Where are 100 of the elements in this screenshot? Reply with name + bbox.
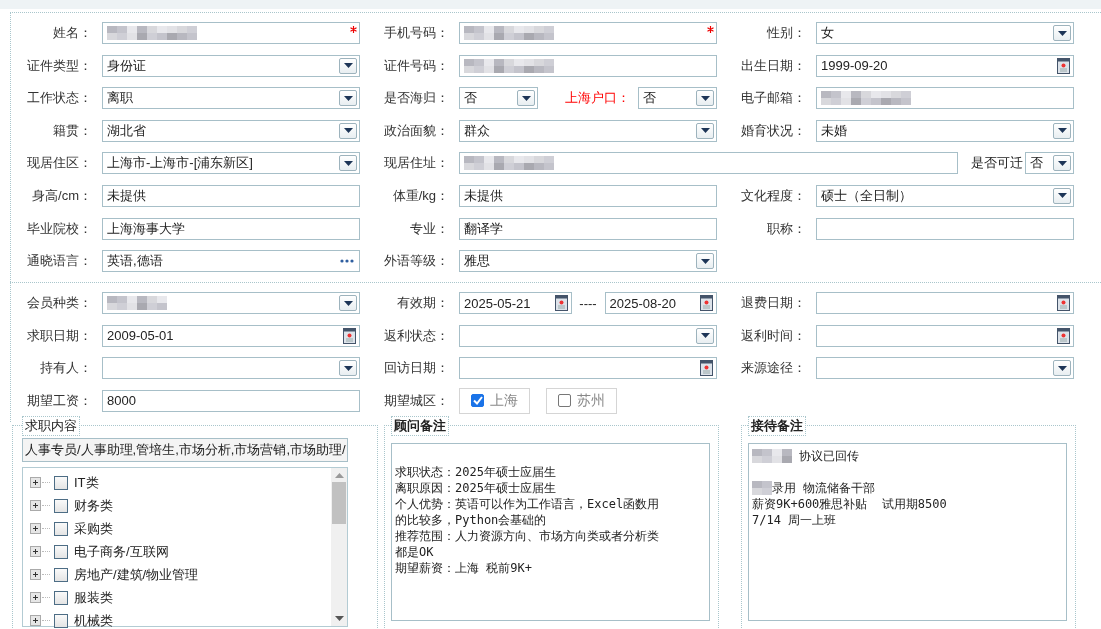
text-line: 期望薪资：上海 税前9K+ [395,559,532,576]
tree-item-label[interactable]: 机械类 [74,611,113,629]
caret-icon [700,128,710,134]
dropdown-button[interactable] [696,122,714,139]
date-field[interactable] [816,292,1074,315]
input-field[interactable] [459,152,958,175]
dropdown-button[interactable] [339,90,357,107]
dropdown-button[interactable] [339,57,357,74]
more-icon[interactable] [340,259,354,264]
notes-textarea[interactable]: 求职状态：2025年硕士应届生 离职原因：2025年硕士应届生 个人优势：英语可以作为工作语言，Excel函数用 的比较多，Python会基础的 推荐范围：人力资源方向、市场方向类或者分析类 都是OK 期望薪资：上海 税前9K+ [391,442,710,621]
dropdown-button[interactable] [339,122,357,139]
dropdown-button[interactable] [1053,360,1071,377]
dropdown-field[interactable] [816,357,1074,380]
dropdown-button[interactable] [517,90,535,107]
calendar-icon[interactable] [343,327,356,344]
field-label: 外语等级： [383,252,449,271]
input-field[interactable]: 8000 [102,389,360,412]
checkbox[interactable] [471,394,484,408]
dropdown-field[interactable]: 湖北省 [102,119,360,142]
scroll-down-icon[interactable] [334,615,344,621]
input-field[interactable] [459,22,717,44]
dropdown-button[interactable] [696,327,714,344]
calendar-icon[interactable] [1057,57,1070,74]
dropdown-button[interactable] [339,360,357,377]
tree-item-label[interactable]: 采购类 [74,519,113,538]
checkbox-button[interactable]: 上海 [459,387,530,414]
input-field[interactable]: 翻译学 [459,217,717,240]
date-field[interactable]: 1999-09-20 [816,54,1074,77]
dropdown-button[interactable] [1053,155,1071,172]
calendar-icon[interactable] [1057,327,1070,344]
field-label: 出生日期： [740,56,806,75]
checkbox[interactable] [54,613,68,628]
dropdown-field[interactable]: 否 [638,87,717,110]
dropdown-button[interactable] [696,253,714,270]
dropdown-button[interactable] [1053,187,1071,204]
dropdown-button[interactable] [339,295,357,312]
checkbox[interactable] [558,394,571,408]
scrollbar[interactable] [331,467,347,626]
checkbox-button[interactable]: 苏州 [546,387,617,414]
text-line: 的比较多，Python会基础的 [395,511,547,528]
scrollbar-thumb[interactable] [332,481,346,524]
calendar-icon[interactable] [700,360,713,377]
date-field[interactable] [816,324,1074,347]
field-label: 退费日期： [740,294,806,313]
input-field[interactable] [816,87,1074,110]
dropdown-button[interactable] [1053,25,1071,41]
input-field[interactable]: 未提供 [459,184,717,207]
dropdown-field[interactable] [102,357,360,380]
checkbox[interactable] [54,590,68,605]
calendar-icon[interactable] [1057,295,1070,312]
expand-icon[interactable] [30,523,41,535]
input-field[interactable]: 上海海事大学 [102,217,360,240]
field-label: 证件号码： [383,56,449,75]
caret-icon [700,258,710,264]
expand-icon[interactable] [30,546,41,558]
selected-jobs-field[interactable]: 人事专员/人事助理,管培生,市场分析,市场营销,市场助理/ [22,437,348,462]
date-field[interactable] [459,357,717,380]
dropdown-button[interactable] [339,155,357,172]
calendar-icon[interactable] [554,295,568,312]
calendar-icon[interactable] [700,295,713,312]
input-field[interactable] [816,217,1074,240]
checkbox[interactable] [54,544,68,559]
dropdown-field[interactable] [102,292,360,315]
input-field[interactable] [459,54,717,77]
checkbox[interactable] [54,475,68,490]
dropdown-field[interactable]: 雅思 [459,250,717,273]
tree-item-label[interactable]: IT类 [74,473,99,492]
dropdown-field[interactable]: 离职 [102,87,360,110]
dropdown-field[interactable]: 否 [1025,152,1074,175]
dropdown-field[interactable]: 否 [459,87,538,110]
date-field[interactable]: 2025-08-20 [604,292,717,315]
tree-item-label[interactable]: 电子商务/互联网 [74,542,169,561]
dropdown-button[interactable] [1053,122,1071,139]
dropdown-field[interactable]: 女 [816,22,1074,44]
input-field[interactable]: 英语,德语 [102,250,360,273]
expand-icon[interactable] [30,592,41,604]
input-field[interactable]: 未提供 [102,184,360,207]
expand-icon[interactable] [30,615,41,627]
input-field[interactable] [102,22,360,44]
caret-icon [1057,30,1067,36]
dropdown-field[interactable] [459,324,717,347]
tree-item-label[interactable]: 财务类 [74,496,113,515]
date-field[interactable]: 2025-05-21 [459,292,572,315]
dropdown-field[interactable]: 硕士（全日制） [816,184,1074,207]
checkbox[interactable] [54,567,68,582]
notes-textarea[interactable]: 协议已回传 录用 物流储备干部 薪资9K+600雅思补贴 试用期8500 7/14 周一上班 [748,442,1067,621]
dropdown-button[interactable] [696,90,714,107]
checkbox[interactable] [54,521,68,536]
dropdown-field[interactable]: 未婚 [816,119,1074,142]
expand-icon[interactable] [30,477,41,489]
tree-item-label[interactable]: 房地产/建筑/物业管理 [74,565,199,584]
dropdown-field[interactable]: 群众 [459,119,717,142]
dropdown-field[interactable]: 身份证 [102,54,360,77]
expand-icon[interactable] [30,569,41,581]
expand-icon[interactable] [30,500,41,512]
dropdown-field[interactable]: 上海市-上海市-[浦东新区] [102,152,360,175]
caret-icon [700,95,710,101]
date-field[interactable]: 2009-05-01 [102,324,360,347]
tree-item-label[interactable]: 服装类 [74,588,113,607]
checkbox[interactable] [54,498,68,513]
